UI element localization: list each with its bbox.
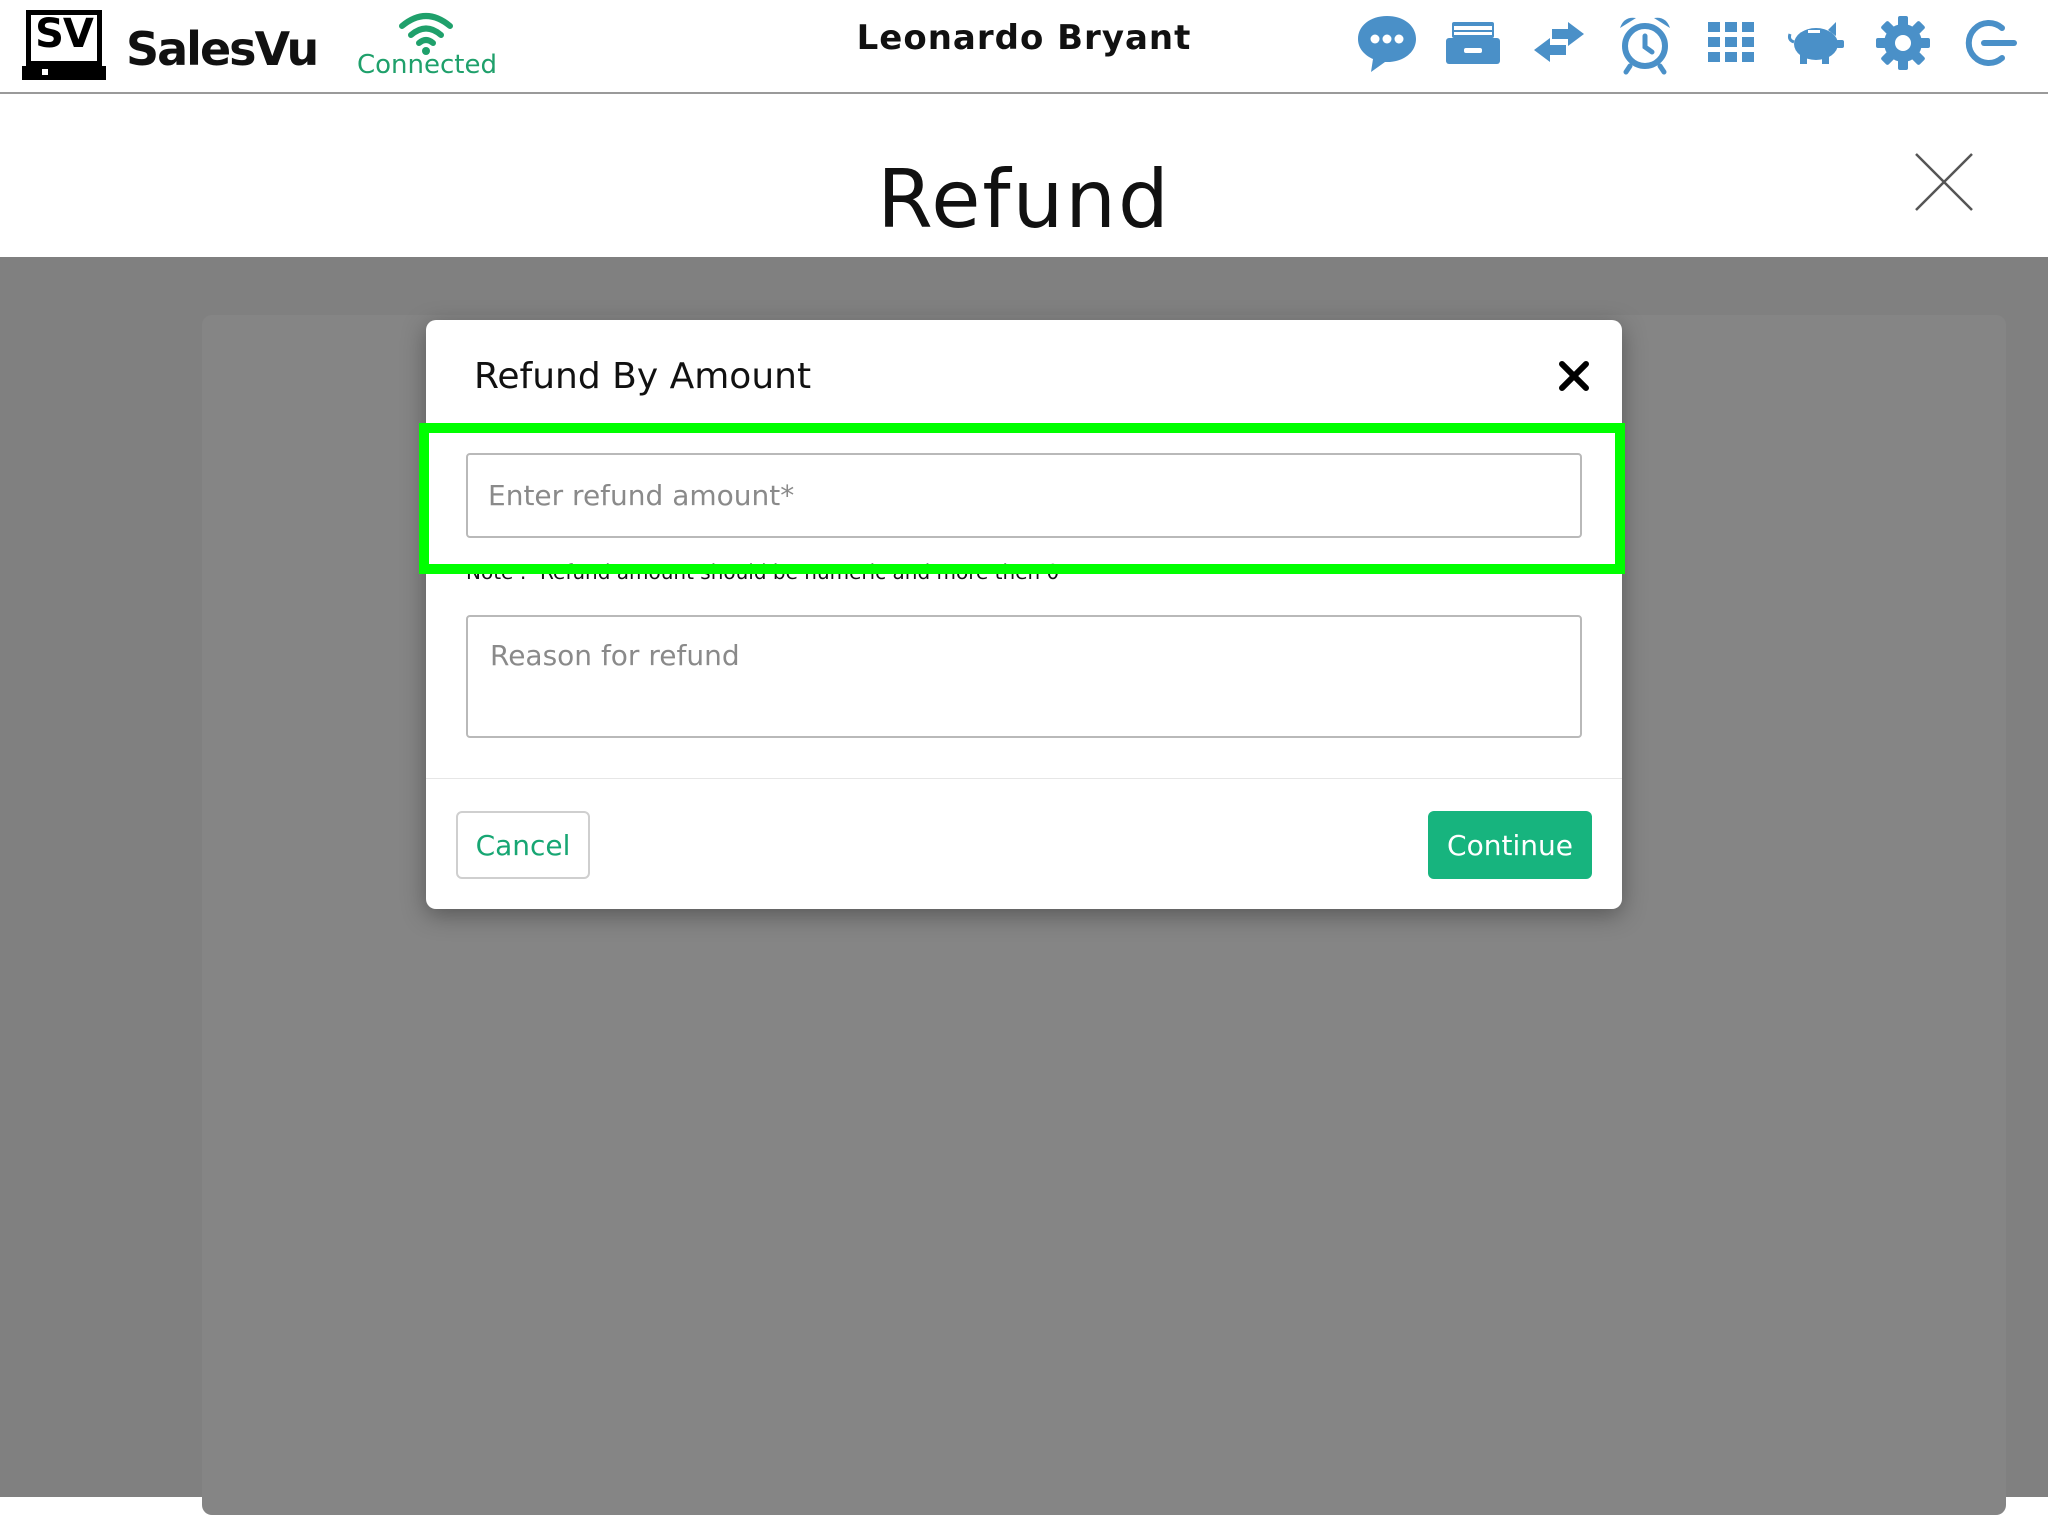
refund-by-amount-dialog: Refund By Amount Note :- Refund amount s… <box>426 320 1622 909</box>
alarm-clock-icon[interactable] <box>1612 10 1678 76</box>
refund-amount-input[interactable] <box>466 453 1582 538</box>
dialog-title: Refund By Amount <box>474 356 812 397</box>
chat-icon[interactable] <box>1354 10 1420 76</box>
brand-name: SalesVu <box>126 22 319 76</box>
piggy-bank-icon[interactable] <box>1784 10 1850 76</box>
dialog-footer-divider <box>426 778 1622 779</box>
close-icon[interactable] <box>1554 356 1594 396</box>
continue-button[interactable]: Continue <box>1428 811 1592 879</box>
refund-note: Note :- Refund amount should be numeric … <box>466 560 1060 584</box>
logout-icon[interactable] <box>1956 10 2022 76</box>
close-page-icon[interactable] <box>1912 150 1976 214</box>
refund-reason-input[interactable] <box>466 615 1582 738</box>
register-drawer-icon[interactable] <box>1440 10 1506 76</box>
grid-menu-icon[interactable] <box>1698 10 1764 76</box>
page-title: Refund <box>877 153 1171 246</box>
brand-logo-base <box>22 66 106 80</box>
brand-logo-text: SV <box>35 11 94 57</box>
swap-icon[interactable] <box>1526 10 1592 76</box>
page-header: Refund <box>0 95 2048 257</box>
cancel-button[interactable]: Cancel <box>456 811 590 879</box>
top-bar: SV SalesVu Connected Leonardo Bryant <box>0 0 2048 94</box>
settings-gear-icon[interactable] <box>1870 10 1936 76</box>
brand-logo: SV <box>26 10 102 66</box>
connection-status: Connected <box>356 50 497 80</box>
user-name: Leonardo Bryant <box>856 18 1192 58</box>
